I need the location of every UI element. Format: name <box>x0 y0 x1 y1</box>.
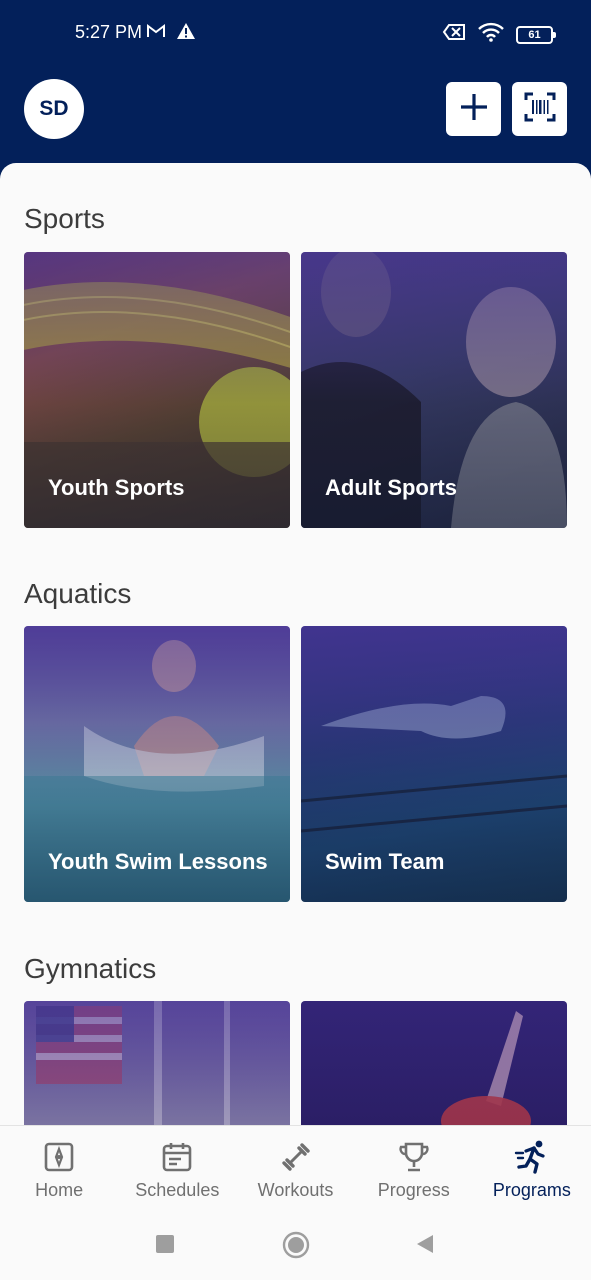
card-label: Youth Swim Lessons <box>48 849 268 874</box>
bottom-nav: Home Schedules Workouts Progress Program… <box>0 1125 591 1211</box>
calendar-icon <box>158 1138 196 1176</box>
card-swim-team[interactable]: Swim Team <box>301 626 567 902</box>
app-header: 5:27 PM 61 SD <box>0 0 591 190</box>
card-label: Adult Sports <box>325 475 457 500</box>
wifi-icon <box>478 22 504 47</box>
card-youth-swim-lessons[interactable]: Youth Swim Lessons <box>24 626 290 902</box>
barcode-scan-icon <box>524 92 556 127</box>
nav-label: Home <box>35 1180 84 1200</box>
status-bar: 5:27 PM 61 <box>0 0 591 68</box>
nav-item-home[interactable]: Home <box>0 1126 118 1211</box>
barcode-scan-button[interactable] <box>512 82 567 136</box>
card-gymnastics-2[interactable] <box>301 1001 567 1125</box>
no-sim-icon <box>442 23 466 46</box>
nav-item-schedules[interactable]: Schedules <box>118 1126 236 1211</box>
system-nav-bar <box>0 1211 591 1280</box>
section-title-aquatics: Aquatics <box>24 578 132 609</box>
trophy-icon <box>395 1138 433 1176</box>
card-youth-sports[interactable]: Youth Sports <box>24 252 290 528</box>
recents-button[interactable] <box>154 1233 176 1260</box>
gmail-icon <box>146 23 166 44</box>
nav-label: Progress <box>377 1180 450 1200</box>
nav-item-progress[interactable]: Progress <box>355 1126 473 1211</box>
programs-content: Sports Youth Sports Adult Sports Aquatic… <box>0 163 591 1125</box>
section-title-gymnatics: Gymnatics <box>24 953 157 984</box>
card-gymnastics-1[interactable] <box>24 1001 290 1125</box>
card-label: Swim Team <box>325 849 445 874</box>
plus-icon <box>459 92 489 127</box>
card-label: Youth Sports <box>48 475 185 500</box>
avatar[interactable]: SD <box>24 79 84 139</box>
home-icon <box>40 1138 78 1176</box>
running-icon <box>513 1138 551 1176</box>
nav-label: Schedules <box>135 1180 220 1200</box>
add-button[interactable] <box>446 82 501 136</box>
warning-icon <box>176 22 196 45</box>
battery-icon: 61 <box>516 25 556 44</box>
nav-label: Programs <box>492 1180 571 1200</box>
back-button[interactable] <box>414 1233 436 1260</box>
home-system-button[interactable] <box>282 1231 310 1264</box>
nav-item-programs[interactable]: Programs <box>473 1126 591 1211</box>
card-adult-sports[interactable]: Adult Sports <box>301 252 567 528</box>
status-time: 5:27 PM <box>75 22 143 42</box>
dumbbell-icon <box>277 1138 315 1176</box>
nav-item-workouts[interactable]: Workouts <box>236 1126 354 1211</box>
section-title-sports: Sports <box>24 203 105 234</box>
nav-label: Workouts <box>257 1180 334 1200</box>
